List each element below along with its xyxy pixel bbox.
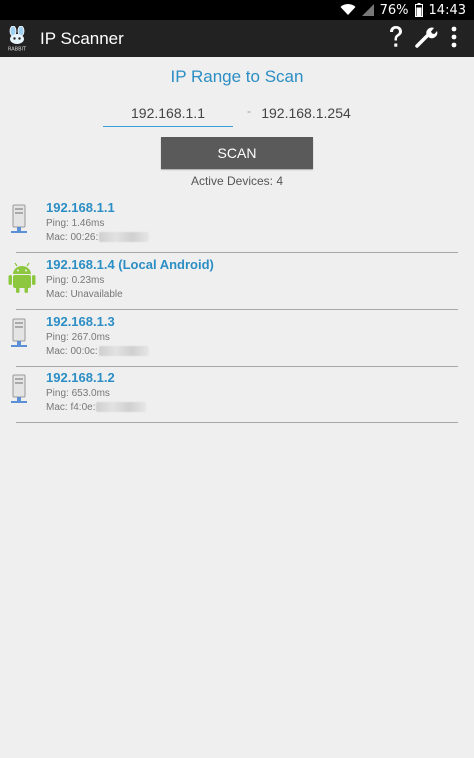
- device-mac: Mac: f4:0e:: [46, 402, 147, 413]
- network-device-icon: [8, 203, 36, 237]
- device-row-4[interactable]: 192.168.1.2 Ping: 653.0ms Mac: f4:0e:: [0, 366, 474, 423]
- device-row-3[interactable]: 192.168.1.3 Ping: 267.0ms Mac: 00:0c:: [0, 310, 474, 367]
- range-title: IP Range to Scan: [170, 67, 304, 86]
- device-mac-text: Mac: f4:0e:: [46, 402, 96, 413]
- wifi-icon: [340, 4, 356, 16]
- settings-button[interactable]: [411, 24, 441, 54]
- rabbit-logo-icon: RABBIT: [5, 25, 29, 53]
- status-bar-right: 76% 14:43: [340, 0, 466, 20]
- mac-redaction-blur: [96, 402, 147, 413]
- battery-icon: [414, 3, 423, 17]
- ip-end-input[interactable]: [250, 100, 362, 126]
- clock: 14:43: [428, 2, 466, 18]
- overflow-menu-button[interactable]: [439, 24, 469, 54]
- device-ping: Ping: 0.23ms: [46, 275, 105, 286]
- ip-start-input[interactable]: [103, 100, 233, 127]
- status-bar: 76% 14:43: [0, 0, 474, 20]
- mac-redaction-blur: [98, 346, 149, 357]
- settings-wrench-icon: [414, 25, 438, 54]
- row-divider: [16, 422, 458, 423]
- device-ip: 192.168.1.2: [46, 370, 115, 385]
- action-bar: RABBIT IP Scanner: [0, 20, 474, 57]
- device-mac-text: Mac: 00:26:: [46, 232, 99, 243]
- network-device-icon: [8, 317, 36, 351]
- device-ping: Ping: 653.0ms: [46, 388, 110, 399]
- device-mac-text: Mac: 00:0c:: [46, 346, 98, 357]
- signal-icon: [361, 4, 374, 16]
- network-device-icon: [8, 373, 36, 407]
- scan-button[interactable]: SCAN: [161, 137, 313, 169]
- device-mac: Mac: 00:26:: [46, 232, 150, 243]
- overflow-menu-icon: [451, 26, 457, 53]
- app-title: IP Scanner: [40, 29, 124, 48]
- device-mac: Mac: Unavailable: [46, 289, 123, 300]
- device-row-1[interactable]: 192.168.1.1 Ping: 1.46ms Mac: 00:26:: [0, 196, 474, 253]
- android-icon: [8, 260, 36, 294]
- battery-percent: 76%: [379, 2, 409, 18]
- help-button[interactable]: [381, 24, 411, 54]
- device-row-2[interactable]: 192.168.1.4 (Local Android) Ping: 0.23ms…: [0, 253, 474, 310]
- device-mac: Mac: 00:0c:: [46, 346, 149, 357]
- device-ping: Ping: 1.46ms: [46, 218, 105, 229]
- device-ping: Ping: 267.0ms: [46, 332, 110, 343]
- mac-redaction-blur: [99, 232, 150, 243]
- device-ip: 192.168.1.3: [46, 314, 115, 329]
- help-icon: [387, 25, 405, 54]
- device-ip: 192.168.1.4 (Local Android): [46, 257, 214, 272]
- device-ip: 192.168.1.1: [46, 200, 115, 215]
- active-devices-count: Active Devices: 4: [190, 174, 284, 188]
- svg-text:RABBIT: RABBIT: [8, 47, 27, 53]
